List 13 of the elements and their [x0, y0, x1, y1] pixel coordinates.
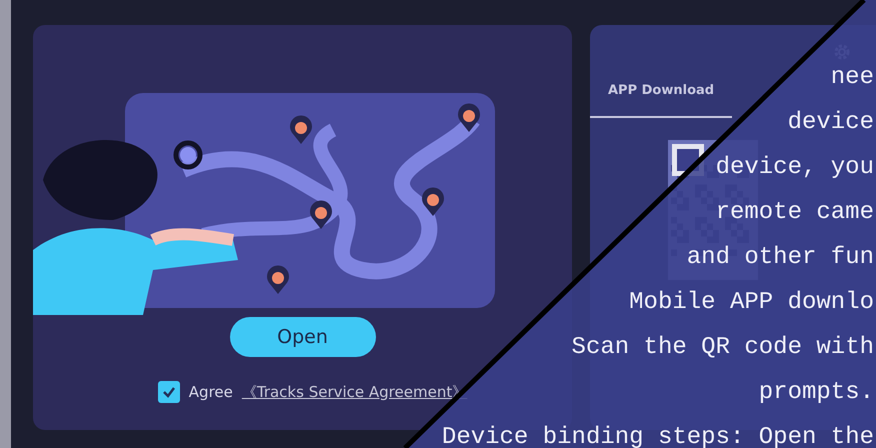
- open-button[interactable]: Open: [230, 317, 376, 357]
- overlay-text-line: Mobile APP downlo: [629, 288, 874, 318]
- overlay-text-line: and other fun: [686, 243, 874, 273]
- check-icon: [162, 386, 176, 398]
- checkbox[interactable]: [158, 381, 180, 403]
- overlay-text-line: Scan the QR code with: [572, 333, 874, 363]
- overlay-text-line: device, you: [716, 153, 874, 183]
- overlay-text-line: device: [788, 108, 874, 138]
- overlay-text-line: remote came: [716, 198, 874, 228]
- agree-label: Agree: [188, 383, 233, 401]
- overlay-text-line: Device binding steps: Open the: [442, 423, 874, 448]
- overlay-text-line: nee: [830, 63, 874, 93]
- overlay-text-line: prompts.: [758, 378, 874, 408]
